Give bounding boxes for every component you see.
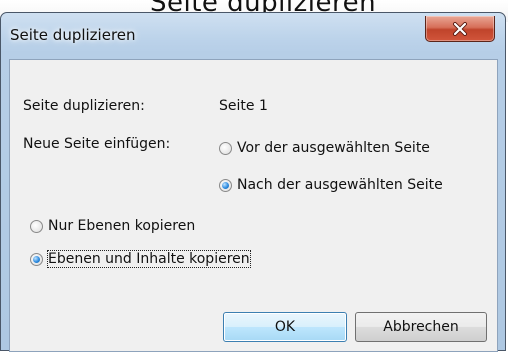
radio-after-selected[interactable]: Nach der ausgewählten Seite [219, 175, 443, 195]
radio-before-selected[interactable]: Vor der ausgewählten Seite [219, 138, 430, 158]
dialog-window: Seite duplizieren Seite duplizieren: Sei… [0, 12, 506, 352]
radio-button-checked[interactable] [219, 178, 232, 192]
radio-only-layers[interactable]: Nur Ebenen kopieren [30, 216, 195, 236]
radio-button[interactable] [30, 219, 43, 233]
page-label: Seite duplizieren: [23, 98, 145, 114]
radio-layers-and-content-label: Ebenen und Inhalte kopieren [47, 250, 251, 268]
radio-layers-and-content[interactable]: Ebenen und Inhalte kopieren [30, 249, 251, 269]
dialog-client-area: Seite duplizieren: Seite 1 Neue Seite ei… [9, 59, 498, 352]
radio-before-label: Vor der ausgewählten Seite [237, 140, 430, 156]
close-x-icon [452, 21, 468, 36]
radio-button[interactable] [219, 141, 232, 155]
insert-label: Neue Seite einfügen: [23, 136, 171, 152]
page-value: Seite 1 [219, 98, 268, 114]
close-button[interactable] [425, 16, 495, 42]
dialog-title: Seite duplizieren [10, 26, 136, 44]
ok-button[interactable]: OK [223, 312, 347, 342]
cancel-button[interactable]: Abbrechen [355, 312, 487, 342]
radio-only-layers-label: Nur Ebenen kopieren [48, 218, 196, 234]
radio-button-checked[interactable] [30, 252, 43, 266]
radio-after-label: Nach der ausgewählten Seite [237, 177, 443, 193]
